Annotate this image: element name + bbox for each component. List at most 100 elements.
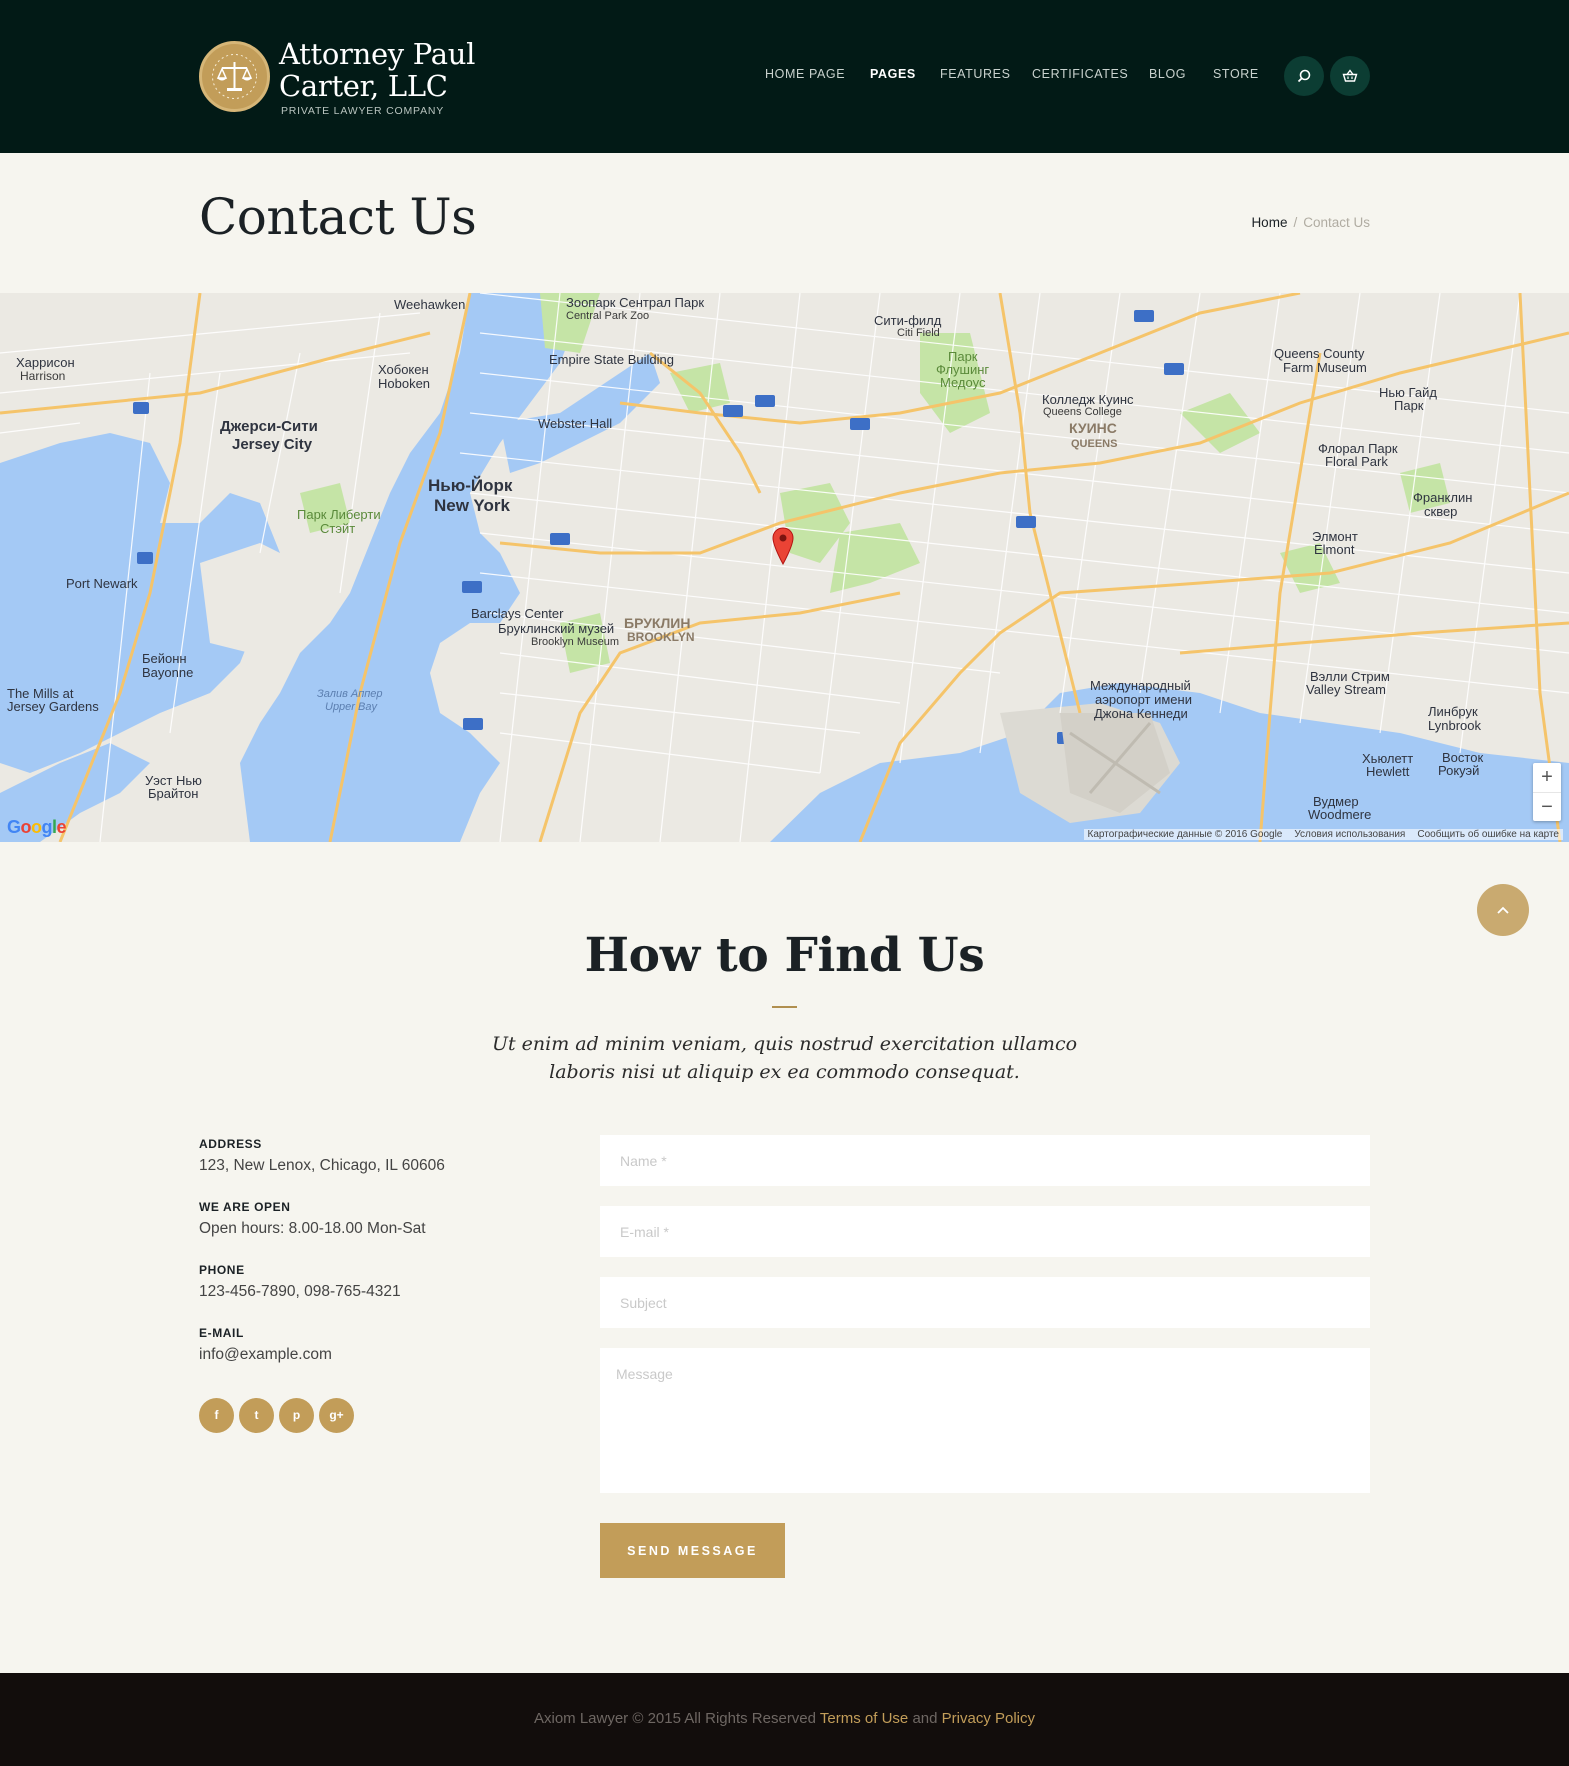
- map-label-floral-park-en: Floral Park: [1325, 454, 1388, 469]
- address-value: 123, New Lenox, Chicago, IL 60606: [199, 1157, 445, 1174]
- search-button[interactable]: [1284, 56, 1324, 96]
- map-data-attribution: Картографические данные © 2016 Google: [1087, 829, 1283, 840]
- map-label-bayonne: Бейонн: [142, 651, 187, 666]
- nav-store[interactable]: STORE: [1213, 67, 1259, 81]
- nav-certificates[interactable]: CERTIFICATES: [1032, 67, 1128, 81]
- map-label-citi-field-en: Citi Field: [897, 327, 940, 339]
- section-divider: [772, 1006, 797, 1008]
- map-label-jfk-3: Джона Кеннеди: [1094, 706, 1188, 721]
- map-terms-link[interactable]: Условия использования: [1294, 829, 1405, 840]
- map-label-rockaway-2: Рокуэй: [1438, 763, 1480, 778]
- map-label-upper-bay-en: Upper Bay: [325, 701, 377, 713]
- copyright-text: Axiom Lawyer © 2015 All Rights Reserved: [533, 1710, 816, 1727]
- map-label-brooklyn-museum-en: Brooklyn Museum: [531, 636, 620, 648]
- nav-pages[interactable]: PAGES: [870, 67, 916, 81]
- section-subtitle-line2: laboris nisi ut aliquip ex ea commodo co…: [549, 1061, 1020, 1083]
- google-plus-icon[interactable]: g+: [319, 1398, 354, 1433]
- chevron-up-icon: [1497, 906, 1509, 914]
- map-report-error-link[interactable]: Сообщить об ошибке на карте: [1417, 829, 1559, 840]
- name-input[interactable]: [600, 1135, 1370, 1186]
- map-label-citi-field: Сити-филд: [874, 313, 942, 328]
- map-label-brooklyn-en: BROOKLYN: [627, 630, 695, 644]
- map-label-jersey-city-en: Jersey City: [232, 436, 313, 453]
- brand-subtitle: PRIVATE LAWYER COMPANY: [281, 105, 445, 117]
- email-input[interactable]: [600, 1206, 1370, 1257]
- site-header: Attorney Paul Carter, LLC PRIVATE LAWYER…: [0, 0, 1569, 153]
- map-label-west-brighton-2: Брайтон: [148, 786, 199, 801]
- basket-icon: [1342, 69, 1358, 82]
- footer-and-text: and: [912, 1710, 938, 1727]
- map-label-new-york-en: New York: [434, 496, 510, 515]
- map-label-meadows: Медоус: [940, 375, 986, 390]
- map-label-jfk-2: аэропорт имени: [1095, 692, 1192, 707]
- map-label-webster-hall: Webster Hall: [538, 416, 613, 431]
- pinterest-icon[interactable]: p: [279, 1398, 314, 1433]
- map-label-queens-college-en: Queens College: [1043, 406, 1122, 418]
- map-label-lynbrook: Линбрук: [1428, 704, 1478, 719]
- map-label-hoboken: Хобокен: [378, 362, 429, 377]
- address-label: ADDRESS: [199, 1137, 262, 1151]
- google-logo[interactable]: Google: [7, 817, 67, 838]
- nav-home-page[interactable]: HOME PAGE: [765, 67, 845, 81]
- map-label-liberty-park: Парк Либерти: [297, 507, 381, 522]
- map-label-new-york: Нью-Йорк: [428, 476, 513, 495]
- nav-features[interactable]: FEATURES: [940, 67, 1011, 81]
- map-label-queens-museum-2: Farm Museum: [1283, 360, 1367, 375]
- map-label-franklin-2: сквер: [1424, 504, 1458, 519]
- map-label-jfk: Международный: [1090, 678, 1191, 693]
- phone-value: 123-456-7890, 098-765-4321: [199, 1283, 401, 1300]
- page-title: Contact Us: [199, 188, 477, 246]
- map-zoom-control: + −: [1533, 763, 1561, 821]
- map-tiles: [0, 293, 1569, 842]
- hours-value: Open hours: 8.00-18.00 Mon-Sat: [199, 1220, 426, 1237]
- twitter-icon[interactable]: t: [239, 1398, 274, 1433]
- zoom-out-button[interactable]: −: [1533, 792, 1561, 821]
- map-label-valley-stream-en: Valley Stream: [1306, 682, 1386, 697]
- map-label-elmont-en: Elmont: [1314, 542, 1355, 557]
- map-marker-icon[interactable]: [772, 527, 794, 565]
- terms-of-use-link[interactable]: Terms of Use: [820, 1710, 908, 1727]
- footer-copyright: Axiom Lawyer © 2015 All Rights Reserved …: [0, 1710, 1569, 1727]
- breadcrumb-home-link[interactable]: Home: [1251, 215, 1287, 230]
- zoom-in-button[interactable]: +: [1533, 763, 1561, 792]
- map-label-queens-museum: Queens County: [1274, 346, 1365, 361]
- send-message-button[interactable]: SEND MESSAGE: [600, 1523, 785, 1578]
- map-label-zoo: Зоопарк Сентрал Парк: [566, 295, 705, 310]
- map-label-franklin: Франклин: [1413, 490, 1473, 505]
- section-subtitle-line1: Ut enim ad minim veniam, quis nostrud ex…: [491, 1033, 1078, 1055]
- email-value[interactable]: info@example.com: [199, 1346, 332, 1364]
- site-footer: Axiom Lawyer © 2015 All Rights Reserved …: [0, 1673, 1569, 1766]
- map-label-weehawken: Weehawken: [394, 297, 466, 312]
- breadcrumb-separator: /: [1293, 215, 1298, 230]
- breadcrumb: Home / Contact Us: [1251, 215, 1370, 230]
- facebook-icon[interactable]: f: [199, 1398, 234, 1433]
- map-label-jersey-city: Джерси-Сити: [220, 418, 318, 435]
- cart-button[interactable]: [1330, 56, 1370, 96]
- subject-input[interactable]: [600, 1277, 1370, 1328]
- map-label-barclays: Barclays Center: [471, 606, 564, 621]
- breadcrumb-current: Contact Us: [1303, 215, 1370, 230]
- map-attribution: Картографические данные © 2016 Google Усл…: [1083, 829, 1563, 840]
- map-label-new-hyde-2: Парк: [1394, 398, 1424, 413]
- email-label: E-MAIL: [199, 1326, 244, 1340]
- brand-title-line2: Carter, LLC: [279, 69, 448, 103]
- message-textarea[interactable]: [600, 1348, 1370, 1493]
- scales-of-justice-logo-icon[interactable]: [199, 41, 270, 112]
- map-label-queens-college: Колледж Куинс: [1042, 392, 1134, 407]
- map-label-queens: КУИНС: [1069, 420, 1117, 436]
- map-label-lynbrook-en: Lynbrook: [1428, 718, 1481, 733]
- map-label-brooklyn-museum: Бруклинский музей: [498, 621, 615, 636]
- section-title: How to Find Us: [584, 928, 985, 983]
- map-label-zoo-en: Central Park Zoo: [566, 310, 650, 322]
- privacy-policy-link[interactable]: Privacy Policy: [942, 1710, 1035, 1727]
- map-label-hoboken-en: Hoboken: [378, 376, 431, 391]
- map-label-woodmere-en: Woodmere: [1308, 807, 1372, 822]
- search-icon: [1297, 69, 1311, 83]
- nav-blog[interactable]: BLOG: [1149, 67, 1186, 81]
- google-map[interactable]: Weehawken Зоопарк Сентрал Парк Central P…: [0, 293, 1569, 842]
- map-label-harrison: Харрисон: [16, 355, 75, 370]
- map-label-harrison-en: Harrison: [20, 369, 66, 383]
- map-label-upper-bay: Залив Аппер: [317, 688, 383, 700]
- map-label-hewlett-en: Hewlett: [1366, 764, 1410, 779]
- brand-title[interactable]: Attorney Paul Carter, LLC: [279, 38, 475, 102]
